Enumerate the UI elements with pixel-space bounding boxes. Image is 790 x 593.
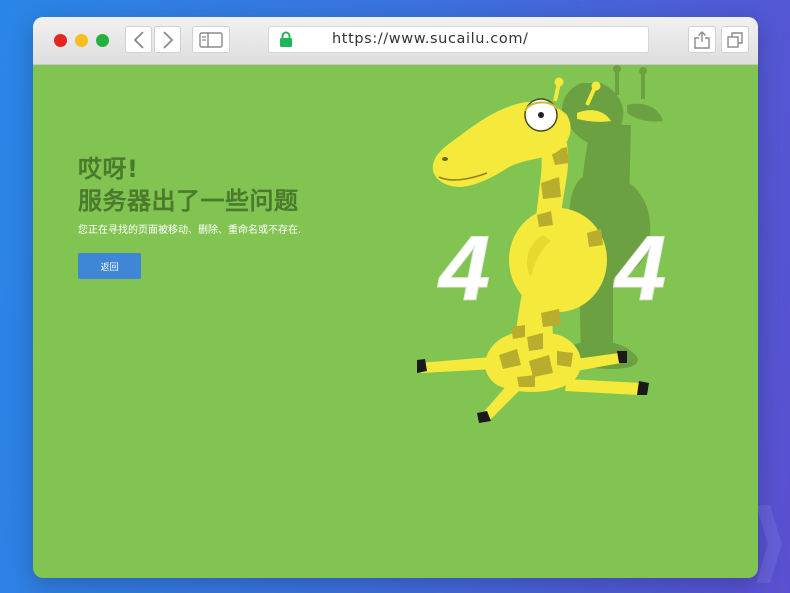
return-button[interactable]: 返回 [78, 253, 141, 279]
forward-button[interactable] [154, 26, 181, 53]
lock-icon [280, 31, 292, 47]
giraffe-neck-bulge [509, 208, 607, 312]
url-text: https://www.sucailu.com/ [332, 31, 529, 47]
forward-arrow-icon [162, 30, 173, 49]
sidebar-toggle-button[interactable] [192, 26, 230, 53]
tabs-icon [727, 31, 743, 48]
error-heading-line1: 哎呀! [78, 155, 139, 183]
giraffe-eye-icon [524, 98, 558, 132]
share-button[interactable] [688, 26, 716, 53]
back-arrow-icon [133, 30, 144, 49]
sidebar-icon [199, 31, 223, 48]
giraffe-404-illustration: 4 4 [417, 65, 667, 423]
address-bar[interactable]: https://www.sucailu.com/ [268, 26, 649, 53]
browser-toolbar: https://www.sucailu.com/ [33, 17, 758, 65]
browser-window: https://www.sucailu.com/ 哎呀! 服务器出了一些问题 您… [33, 17, 758, 578]
error-description: 您正在寻找的页面被移动、删除、重命名或不存在. [78, 225, 302, 236]
minimize-window-button[interactable] [75, 34, 88, 47]
error-heading-line2: 服务器出了一些问题 [78, 187, 299, 215]
share-icon [694, 30, 710, 49]
maximize-window-button[interactable] [96, 34, 109, 47]
tabs-overview-button[interactable] [721, 26, 749, 53]
close-window-button[interactable] [54, 34, 67, 47]
back-button[interactable] [125, 26, 152, 53]
error-page-content: 哎呀! 服务器出了一些问题 您正在寻找的页面被移动、删除、重命名或不存在. 返回 [33, 65, 758, 578]
digit-four-left: 4 [437, 218, 490, 320]
digit-four-right: 4 [613, 218, 666, 320]
